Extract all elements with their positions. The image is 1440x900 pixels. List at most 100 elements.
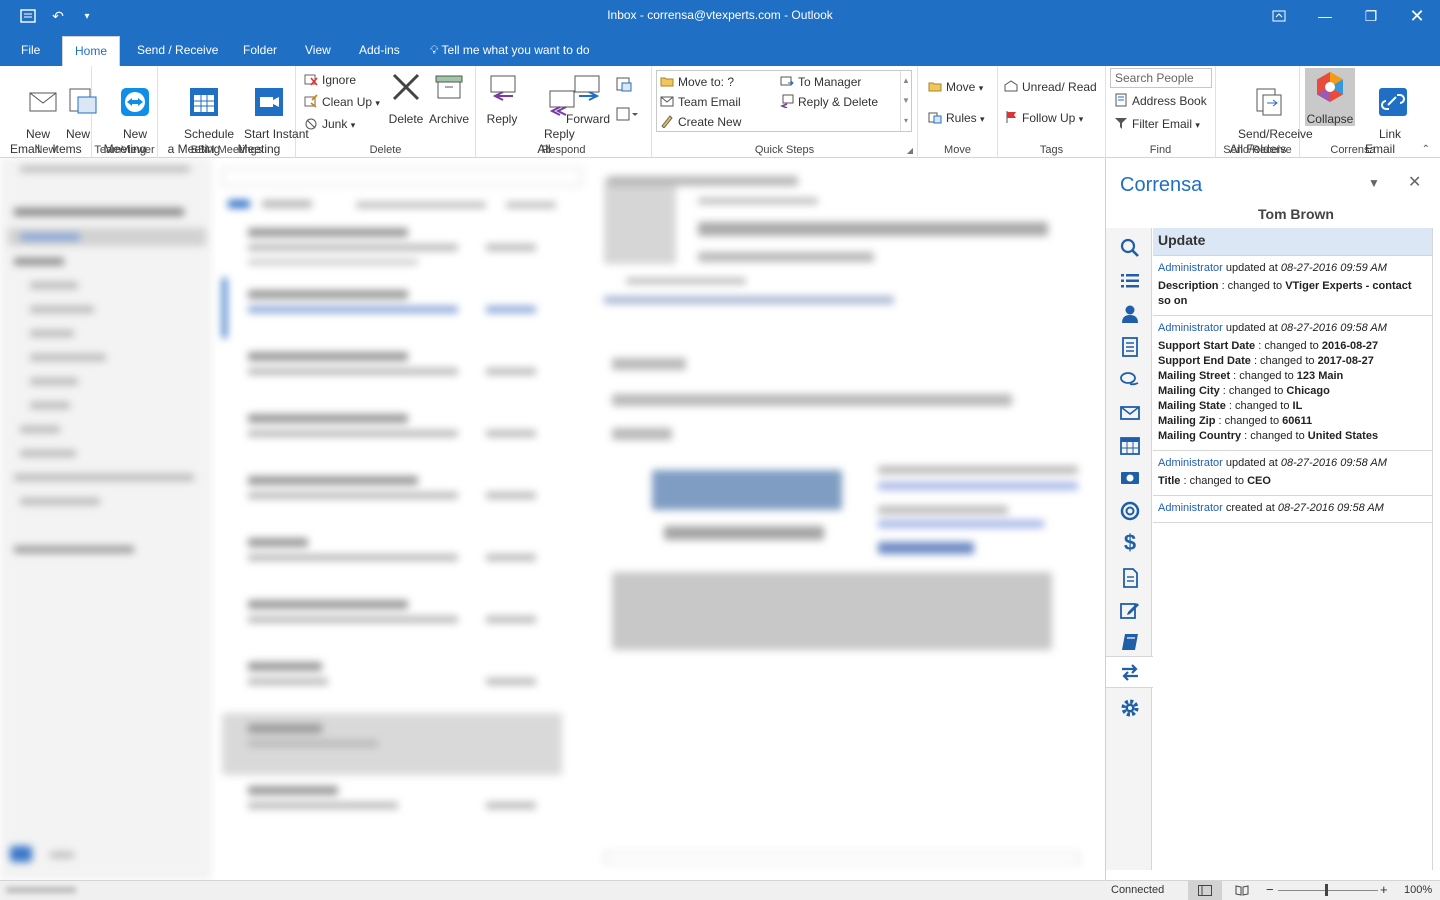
quick-step-team-email[interactable]: Team Email: [660, 92, 741, 112]
dollar-icon[interactable]: $: [1120, 532, 1140, 554]
minimize-icon[interactable]: —: [1302, 0, 1348, 32]
entry-meta: Administrator updated at 08-27-2016 09:5…: [1158, 456, 1427, 471]
junk-icon: [305, 118, 317, 130]
entry-actor-link[interactable]: Administrator: [1158, 457, 1223, 469]
reply-all-button[interactable]: Reply All: [524, 70, 575, 172]
tab-home[interactable]: Home: [62, 36, 121, 66]
zoom-slider[interactable]: [1278, 890, 1378, 891]
normal-view-icon: [1198, 885, 1212, 896]
archive-button[interactable]: Archive: [426, 70, 472, 127]
entry-change: Support Start Date : changed to 2016-08-…: [1158, 340, 1379, 352]
document-list-icon[interactable]: [1120, 337, 1140, 357]
schedule-meeting-button[interactable]: Schedule a Meeting: [164, 70, 234, 172]
group-move-label: Move: [944, 144, 971, 156]
reply-button[interactable]: Reply: [482, 70, 522, 127]
new-meeting-button[interactable]: New Meeting: [98, 70, 152, 172]
junk-button[interactable]: Junk ▾: [304, 114, 355, 134]
entry-actor-link[interactable]: Administrator: [1158, 502, 1223, 514]
new-items-button[interactable]: New Items: [46, 70, 97, 172]
filter-email-button[interactable]: Filter Email ▾: [1114, 114, 1200, 134]
updates-exchange-icon: [1122, 664, 1138, 681]
group-teamviewer-label: TeamViewer: [94, 144, 155, 156]
send-receive-all-button[interactable]: Send/Receive All Folders: [1218, 70, 1313, 172]
link-email-button[interactable]: Link Email: [1356, 70, 1408, 172]
new-email-button[interactable]: New Email: [6, 70, 57, 172]
group-send-receive: Send/Receive All Folders Send/Receive: [1216, 66, 1313, 158]
entry-meta: Administrator updated at 08-27-2016 09:5…: [1158, 261, 1427, 276]
follow-up-button[interactable]: Follow Up ▾: [1004, 108, 1083, 128]
zoom-in-icon[interactable]: +: [1380, 882, 1388, 897]
quick-step-to-manager[interactable]: To Manager: [780, 72, 861, 92]
support-lifebuoy-icon[interactable]: [1120, 501, 1140, 521]
unread-read-button[interactable]: Unread/ Read: [1004, 77, 1097, 97]
collapse-button[interactable]: Collapse: [1305, 68, 1355, 126]
tab-file[interactable]: File: [9, 36, 52, 66]
update-entry: Administrator updated at 08-27-2016 09:5…: [1153, 316, 1432, 451]
group-bbm-meetings: Schedule a Meeting Start Instant Meeting…: [158, 66, 309, 158]
quick-step-move-to[interactable]: Move to: ?: [660, 72, 734, 92]
ribbon: New Email New Items New New Meeting Team…: [0, 66, 1440, 158]
close-window-icon[interactable]: ✕: [1394, 0, 1440, 32]
group-bbm-label: BBM Meetings: [190, 144, 263, 156]
quick-steps-scroll[interactable]: ▲ ▼ ▾: [900, 71, 911, 131]
ignore-button[interactable]: Ignore: [304, 70, 356, 90]
group-respond-label: Respond: [541, 144, 586, 156]
more-respond-icon[interactable]: [616, 106, 638, 126]
collapse-ribbon-icon[interactable]: ⌃: [1422, 144, 1430, 155]
quick-step-create-new[interactable]: Create New: [660, 112, 741, 132]
pane-close-icon[interactable]: ✕: [1408, 172, 1421, 192]
entry-actor-link[interactable]: Administrator: [1158, 262, 1223, 274]
zoom-level[interactable]: 100%: [1404, 884, 1432, 896]
clean-up-label: Clean Up: [322, 95, 373, 109]
calendar-grid-icon[interactable]: [1120, 435, 1140, 455]
blurred-mail-area: [0, 158, 1105, 880]
ribbon-display-options-icon[interactable]: [1256, 0, 1302, 32]
search-people-input[interactable]: Search People: [1110, 68, 1212, 88]
zoom-out-icon[interactable]: −: [1266, 882, 1274, 897]
quick-step-reply-delete[interactable]: Reply & Delete: [780, 92, 878, 112]
address-book-button[interactable]: Address Book: [1114, 91, 1207, 111]
list-icon[interactable]: [1120, 271, 1140, 291]
tab-view[interactable]: View: [293, 36, 343, 66]
delete-button[interactable]: Delete: [384, 70, 428, 127]
clean-up-button[interactable]: Clean Up ▾: [304, 92, 380, 112]
entry-change: Title : changed to CEO: [1158, 475, 1271, 487]
unread-read-label: Unread/ Read: [1022, 80, 1097, 94]
group-move: Move ▾ Rules ▾ Move: [918, 66, 998, 158]
forward-button[interactable]: Forward: [566, 70, 610, 127]
group-teamviewer: New Meeting TeamViewer: [92, 66, 158, 158]
entry-verb: updated at: [1222, 322, 1281, 334]
quick-steps-launcher-icon[interactable]: ◢: [907, 146, 913, 155]
tab-add-ins[interactable]: Add-ins: [347, 36, 412, 66]
settings-gear-icon[interactable]: [1120, 698, 1140, 718]
zoom-slider-thumb[interactable]: [1325, 884, 1328, 896]
quote-document-icon[interactable]: [1120, 568, 1140, 588]
edit-note-icon[interactable]: [1120, 600, 1140, 620]
calendar-icon: [190, 88, 218, 116]
address-book-label: Address Book: [1132, 94, 1207, 108]
group-delete: Ignore Clean Up ▾ Junk ▾ Delete Archive …: [296, 66, 476, 158]
forward-label: Forward: [566, 112, 611, 126]
teamviewer-icon: [121, 88, 150, 116]
money-bill-icon[interactable]: [1120, 468, 1140, 488]
tell-me-search[interactable]: 💡︎ Tell me what you want to do: [418, 36, 602, 66]
filter-email-label: Filter Email: [1132, 117, 1193, 131]
follow-up-dropdown-icon: ▾: [1078, 114, 1084, 124]
comments-icon[interactable]: [1120, 370, 1140, 390]
move-button[interactable]: Move ▾: [928, 77, 983, 97]
entry-change: Support End Date : changed to 2017-08-27: [1158, 355, 1374, 367]
email-icon[interactable]: [1120, 403, 1140, 423]
blurred-status-left: [0, 881, 1105, 900]
pane-dropdown-icon[interactable]: ▼: [1368, 176, 1380, 190]
rules-button[interactable]: Rules ▾: [928, 108, 985, 128]
meeting-reply-icon[interactable]: [616, 76, 632, 96]
contact-person-icon[interactable]: [1120, 304, 1140, 324]
tab-send-receive[interactable]: Send / Receive: [125, 36, 230, 66]
entry-actor-link[interactable]: Administrator: [1158, 322, 1223, 334]
book-icon[interactable]: [1120, 632, 1140, 652]
start-instant-meeting-button[interactable]: Start Instant Meeting: [224, 70, 309, 172]
reading-view-icon[interactable]: [1235, 885, 1249, 896]
search-icon[interactable]: [1120, 238, 1140, 258]
restore-icon[interactable]: ❐: [1348, 0, 1394, 32]
tab-folder[interactable]: Folder: [231, 36, 289, 66]
